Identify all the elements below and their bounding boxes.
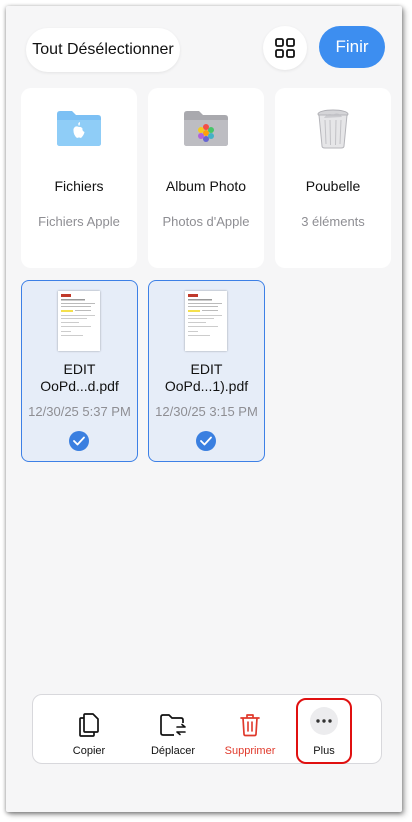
document-name: EDIT OoPd...d.pdf — [40, 361, 119, 394]
deselect-all-button[interactable]: Tout Désélectionner — [26, 28, 180, 72]
done-button[interactable]: Finir — [319, 26, 385, 68]
delete-label: Supprimer — [224, 745, 276, 757]
selected-check-icon[interactable] — [196, 431, 216, 451]
pdf-thumbnail — [185, 291, 227, 351]
move-label: Déplacer — [150, 745, 196, 757]
copy-icon — [79, 713, 99, 737]
location-card-files[interactable]: Fichiers Fichiers Apple — [21, 88, 137, 268]
delete-button[interactable]: Supprimer — [215, 695, 285, 763]
document-tile[interactable]: EDIT OoPd...1).pdf 12/30/25 3:15 PM — [148, 280, 265, 462]
location-card-trash[interactable]: Poubelle 3 éléments — [275, 88, 391, 268]
document-tile[interactable]: EDIT OoPd...d.pdf 12/30/25 5:37 PM — [21, 280, 138, 462]
location-subtitle: Fichiers Apple — [38, 214, 120, 229]
photos-folder-icon — [184, 111, 228, 146]
trash-icon — [240, 714, 260, 737]
pdf-thumbnail — [58, 291, 100, 351]
copy-button[interactable]: Copier — [57, 695, 121, 763]
location-title: Fichiers — [54, 178, 104, 194]
move-folder-icon — [160, 714, 186, 736]
move-button[interactable]: Déplacer — [137, 695, 209, 763]
grid-view-button[interactable] — [263, 26, 307, 70]
location-subtitle: Photos d'Apple — [162, 214, 250, 229]
location-title: Poubelle — [305, 178, 361, 194]
apple-folder-icon — [57, 111, 101, 146]
copy-label: Copier — [72, 745, 106, 757]
document-date: 12/30/25 5:37 PM — [28, 404, 131, 419]
highlight-box — [296, 698, 352, 764]
file-browser-screen: Tout Désélectionner Finir Fichiers Fichi… — [6, 6, 402, 812]
trash-bin-icon — [317, 109, 349, 149]
document-date: 12/30/25 3:15 PM — [155, 404, 258, 419]
location-subtitle: 3 éléments — [301, 214, 365, 229]
location-title: Album Photo — [165, 178, 247, 194]
document-name: EDIT OoPd...1).pdf — [164, 361, 249, 394]
grid-icon — [275, 38, 295, 58]
location-card-photo-album[interactable]: Album Photo Photos d'Apple — [148, 88, 264, 268]
selected-check-icon[interactable] — [69, 431, 89, 451]
